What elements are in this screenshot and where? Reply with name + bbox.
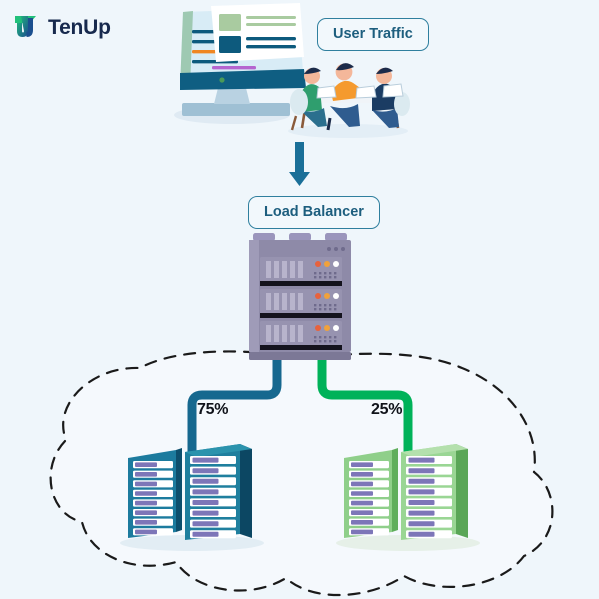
desktop-monitor-icon <box>174 3 306 124</box>
person-left <box>290 67 327 131</box>
traffic-percent-left: 75% <box>197 401 229 418</box>
diagram-canvas: TenUp User Traffic Load Balancer 75% 25% <box>0 0 599 599</box>
user-traffic-label: User Traffic <box>317 18 429 51</box>
brand-name: TenUp <box>48 15 111 39</box>
person-right <box>372 67 410 128</box>
load-balancer-label: Load Balancer <box>248 196 380 229</box>
down-arrow-icon <box>289 142 310 186</box>
brand-logo[interactable]: TenUp <box>12 12 111 42</box>
lb-blade-3 <box>260 321 342 350</box>
load-balancer-device <box>249 233 351 360</box>
traffic-pipes-layer <box>187 353 413 457</box>
traffic-percent-right: 25% <box>371 401 403 418</box>
tenup-logo-icon <box>15 16 36 37</box>
content-cards-icon <box>211 3 304 62</box>
cloud-boundary-layer <box>49 350 554 597</box>
user-traffic-illustration <box>174 3 410 186</box>
blue-server-rack <box>120 444 264 551</box>
lb-blade-2 <box>260 289 342 318</box>
server-racks-layer <box>120 444 480 551</box>
lb-blade-1 <box>260 257 342 286</box>
cloud-shape <box>49 350 554 597</box>
team-meeting-icon <box>288 63 410 138</box>
green-server-rack <box>336 444 480 551</box>
load-balancer-rack <box>249 233 351 360</box>
person-middle <box>326 63 375 131</box>
